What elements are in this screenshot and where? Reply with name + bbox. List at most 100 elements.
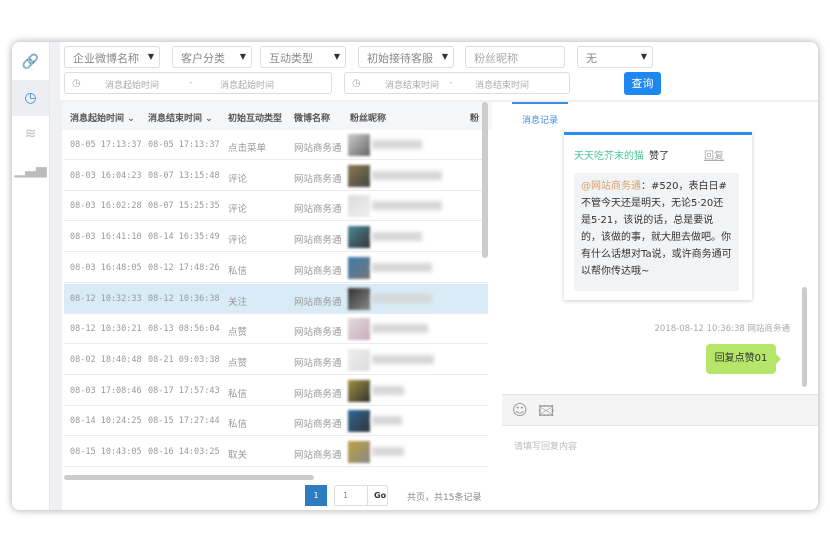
table-row[interactable]: 08-03 16:04:23 08-07 13:15:48 评论 网站商务通 [64, 161, 488, 191]
avatar [348, 256, 370, 279]
cell-weibo: 网站商务通 [294, 143, 342, 154]
select-label: 初始接待客服 [367, 52, 433, 65]
cell-end: 08-12 17:48:26 [148, 262, 220, 273]
message-table: 消息起始时间 ⌄ 消息结束时间 ⌄ 初始互动类型 微博名称 粉丝昵称 粉 08-… [62, 102, 502, 510]
card-body: @网站商务通：#520，表白日# 不管今天还是明天，无论5·20还是5·21，该… [574, 173, 739, 291]
cell-end: 08-05 17:13:37 [148, 140, 220, 150]
initial-agent-select[interactable]: 初始接待客服 ▼ [358, 46, 454, 68]
blurred-nickname [372, 262, 432, 272]
cell-type: 评论 [228, 235, 248, 247]
blurred-nickname [372, 447, 404, 456]
table-row[interactable]: 08-14 10:24:25 08-15 17:27:44 私信 网站商务通 [64, 406, 488, 437]
table-row[interactable]: 08-03 17:08:46 08-17 17:57:43 私信 网站商务通 [64, 376, 488, 406]
cell-weibo: 网站商务通 [294, 450, 342, 461]
cell-end: 08-16 14:03:25 [148, 447, 220, 457]
sidebar-item-link[interactable]: 🔗 [12, 44, 49, 80]
interaction-type-select[interactable]: 互动类型 ▼ [260, 46, 346, 68]
cell-weibo: 网站商务通 [294, 235, 342, 247]
avatar [348, 410, 370, 433]
page-input[interactable]: 1 [343, 491, 348, 500]
cell-weibo: 网站商务通 [294, 419, 342, 431]
calendar-clock-icon: ◷ [24, 90, 37, 106]
query-button[interactable]: 查询 [624, 72, 661, 95]
avatar [348, 318, 370, 341]
cell-start: 08-03 16:41:10 [70, 232, 142, 243]
sidebar-item-layers[interactable]: ≋ [12, 116, 49, 152]
reply-input[interactable]: 请填写回复内容 [514, 439, 577, 452]
header-label: 消息起始时间 [70, 114, 125, 124]
message-card: 天天吃芥末的猫 赞了 回复 @网站商务通：#520，表白日# 不管今天还是明天，… [564, 132, 752, 300]
header-label: 消息结束时间 [148, 114, 203, 124]
vertical-scrollbar[interactable] [482, 102, 488, 258]
chat-panel: 消息记录 天天吃芥末的猫 赞了 回复 @网站商务通：#520，表白日# 不管今天… [500, 102, 818, 510]
customer-category-select[interactable]: 客户分类 ▼ [172, 46, 252, 68]
cell-start: 08-03 16:48:05 [70, 262, 142, 273]
extra-select[interactable]: 无 ▼ [577, 46, 653, 68]
fan-nickname-input[interactable]: 粉丝昵称 [465, 46, 565, 68]
cell-type: 点赞 [228, 327, 248, 339]
page-1-button[interactable]: 1 [305, 485, 327, 506]
sidebar-item-stats[interactable]: ▁▃▅ [12, 152, 49, 188]
cell-type: 评论 [228, 204, 248, 216]
page-jump[interactable]: 1 Go [334, 485, 388, 506]
end-time-range[interactable]: ◷ 消息结束时间 - 消息结束时间 [344, 72, 570, 94]
cell-end: 08-13 08:56:04 [148, 324, 220, 335]
blurred-nickname [372, 170, 442, 180]
col-type: 初始互动类型 [228, 114, 283, 124]
select-label: 客户分类 [181, 52, 225, 65]
blurred-nickname [372, 416, 402, 426]
go-button[interactable]: Go [367, 486, 392, 505]
table-row[interactable]: 08-12 10:32:33 08-12 10:36:38 关注 网站商务通 [64, 283, 488, 314]
caret-down-icon: ▼ [333, 52, 340, 61]
chat-scrollbar[interactable] [802, 287, 807, 387]
cell-end: 08-21 09:03:38 [148, 354, 220, 365]
cell-weibo: 网站商务通 [294, 327, 342, 339]
col-start-time[interactable]: 消息起始时间 ⌄ [70, 111, 135, 124]
bar-chart-icon: ▁▃▅ [14, 162, 47, 178]
col-end-time[interactable]: 消息结束时间 ⌄ [148, 111, 213, 124]
layers-icon: ≋ [24, 126, 37, 142]
sidebar-item-messages[interactable]: ◷ [12, 80, 49, 116]
horizontal-scrollbar[interactable] [64, 475, 314, 480]
table-row[interactable]: 08-03 16:41:10 08-14 16:35:49 评论 网站商务通 [64, 222, 488, 253]
cell-weibo: 网站商务通 [294, 296, 342, 308]
blurred-nickname [372, 293, 432, 303]
col-more: 粉 [470, 114, 480, 124]
emoji-icon[interactable]: ☺ [512, 401, 528, 419]
col-nickname: 粉丝昵称 [350, 114, 387, 124]
start-time-range[interactable]: ◷ 消息起始时间 - 消息起始时间 [64, 72, 332, 94]
tab-message-history[interactable]: 消息记录 [512, 102, 568, 126]
end-from: 消息结束时间 [385, 81, 440, 91]
card-text: ：#520，表白日# 不管今天还是明天，无论5·20还是5·21，该说的话，总是… [581, 181, 732, 277]
table-row[interactable]: 08-15 10:43:05 08-16 14:03:25 取关 网站商务通 [64, 437, 488, 467]
card-username[interactable]: 天天吃芥末的猫 [574, 147, 644, 162]
blurred-nickname [372, 324, 428, 334]
caret-down-icon: ▼ [441, 52, 448, 61]
table-row[interactable]: 08-05 17:13:37 08-05 17:13:37 点击菜单 网站商务通 [64, 130, 488, 160]
image-icon[interactable]: 🖾 [538, 401, 554, 426]
cell-type: 私信 [228, 419, 248, 431]
caret-down-icon: ▼ [147, 52, 154, 61]
avatar [348, 287, 370, 310]
cell-end: 08-14 16:35:49 [148, 232, 220, 243]
avatar [348, 348, 370, 371]
cell-type: 点击菜单 [228, 143, 267, 154]
cell-start: 08-12 10:30:21 [70, 324, 142, 335]
cell-end: 08-07 15:25:35 [148, 201, 220, 212]
cell-type: 评论 [228, 173, 248, 185]
table-row[interactable]: 08-02 18:40:48 08-21 09:03:38 点赞 网站商务通 [64, 345, 488, 375]
table-row[interactable]: 08-03 16:02:28 08-07 15:25:35 评论 网站商务通 [64, 191, 488, 222]
caret-down-icon: ▼ [640, 52, 647, 61]
cell-weibo: 网站商务通 [294, 357, 342, 369]
filter-bar: 企业微博名称 ▼ 客户分类 ▼ 互动类型 ▼ 初始接待客服 ▼ 粉丝昵称 无 ▼ ◷ 消息… [60, 42, 818, 100]
avatar [348, 164, 370, 187]
table-row[interactable]: 08-12 10:30:21 08-13 08:56:04 点赞 网站商务通 [64, 314, 488, 345]
cell-start: 08-03 16:04:23 [70, 170, 142, 181]
end-to: 消息结束时间 [475, 81, 530, 91]
pagination-info: 共页，共15条记录 [407, 493, 482, 503]
avatar [348, 441, 370, 463]
table-row[interactable]: 08-03 16:48:05 08-12 17:48:26 私信 网站商务通 [64, 253, 488, 283]
sidebar: 🔗 ◷ ≋ ▁▃▅ [12, 42, 50, 510]
weibo-name-select[interactable]: 企业微博名称 ▼ [64, 46, 160, 68]
reply-link[interactable]: 回复 [704, 147, 724, 162]
